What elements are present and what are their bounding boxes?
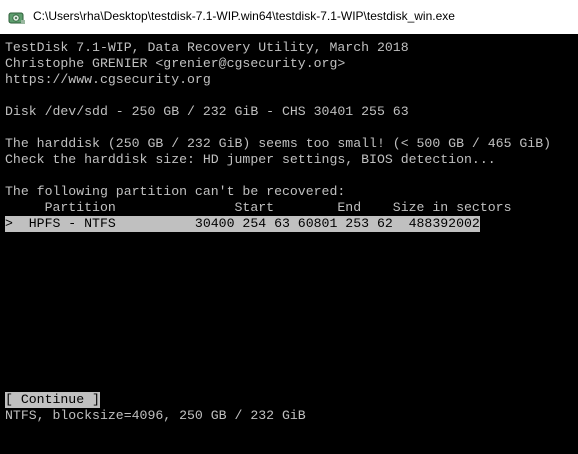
app-version-line: TestDisk 7.1-WIP, Data Recovery Utility,… xyxy=(5,40,409,55)
status-line: NTFS, blocksize=4096, 250 GB / 232 GiB xyxy=(5,408,306,423)
testdisk-app-icon xyxy=(8,12,25,24)
unrecoverable-message: The following partition can't be recover… xyxy=(5,184,346,199)
window-title: C:\Users\rha\Desktop\testdisk-7.1-WIP.wi… xyxy=(33,9,455,23)
console-window: C:\Users\rha\Desktop\testdisk-7.1-WIP.wi… xyxy=(0,0,578,454)
author-line: Christophe GRENIER <grenier@cgsecurity.o… xyxy=(5,56,346,71)
terminal-screen[interactable]: TestDisk 7.1-WIP, Data Recovery Utility,… xyxy=(0,34,578,454)
disk-info-line: Disk /dev/sdd - 250 GB / 232 GiB - CHS 3… xyxy=(5,104,409,119)
title-bar[interactable]: C:\Users\rha\Desktop\testdisk-7.1-WIP.wi… xyxy=(0,0,578,34)
partition-row-selected[interactable]: > HPFS - NTFS 30400 254 63 60801 253 62 … xyxy=(5,216,480,232)
partition-table-header: Partition Start End Size in sectors xyxy=(5,200,512,215)
disk-size-warning: The harddisk (250 GB / 232 GiB) seems to… xyxy=(5,136,552,151)
continue-button[interactable]: [ Continue ] xyxy=(5,392,100,408)
website-line: https://www.cgsecurity.org xyxy=(5,72,211,87)
disk-check-hint: Check the harddisk size: HD jumper setti… xyxy=(5,152,496,167)
